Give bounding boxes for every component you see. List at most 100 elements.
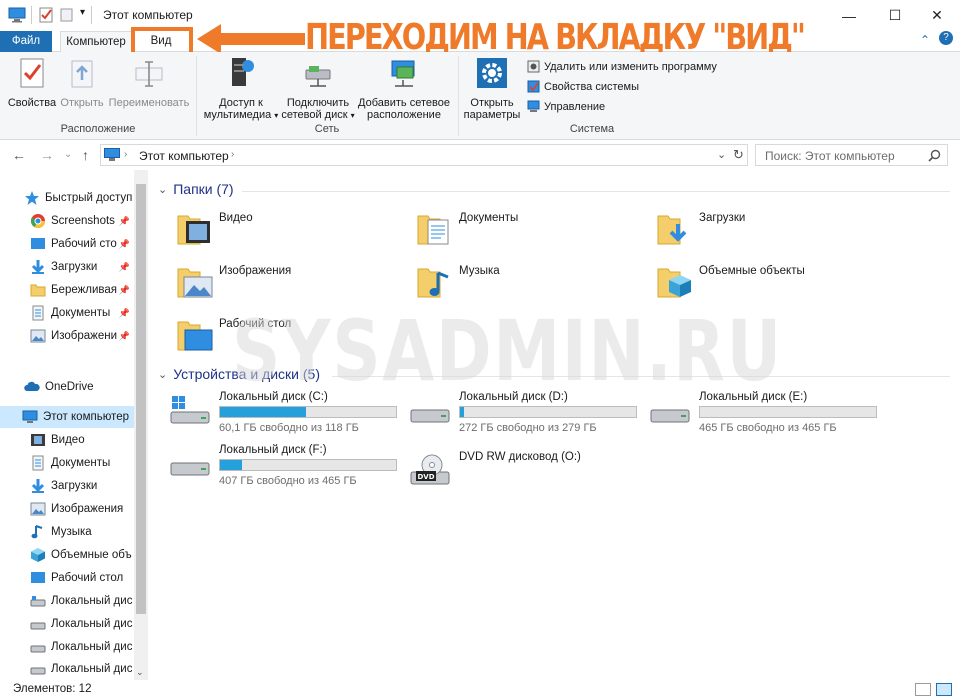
collapse-ribbon-icon[interactable]: ⌃ bbox=[920, 33, 930, 47]
forward-arrow-icon[interactable]: → bbox=[40, 147, 54, 163]
sidebar-item-downloads[interactable]: Загрузки bbox=[30, 475, 134, 497]
pin-icon[interactable]: 📌 bbox=[119, 262, 130, 273]
group-divider bbox=[242, 191, 950, 192]
folders-group-header[interactable]: ⌄ Папки (7) bbox=[158, 181, 234, 197]
folder-images[interactable]: Изображения bbox=[150, 259, 380, 307]
manage-button[interactable]: Управление bbox=[527, 100, 605, 113]
folder-3d-objects[interactable]: Объемные объекты bbox=[630, 259, 860, 307]
sidebar-item-desktop[interactable]: Рабочий стол bbox=[30, 567, 134, 589]
open-settings-label-2: параметры bbox=[463, 109, 521, 121]
content-pane: ⌄ Папки (7) Видео Документы Загрузки Изо… bbox=[150, 170, 960, 680]
sidebar-item-quick-access[interactable]: Быстрый доступ bbox=[24, 187, 148, 209]
location-group-label: Расположение bbox=[60, 123, 136, 135]
drive-icon bbox=[170, 462, 210, 476]
sidebar-item-3d-objects[interactable]: Объемные объ bbox=[30, 544, 134, 566]
desktop-folder-icon bbox=[177, 321, 213, 351]
sidebar-item-desktop-pinned[interactable]: Рабочий сто 📌 bbox=[30, 233, 134, 255]
help-icon[interactable]: ? bbox=[939, 31, 953, 45]
add-network-location-button[interactable]: Добавить сетевое расположение bbox=[356, 56, 452, 121]
document-icon bbox=[32, 305, 44, 321]
breadcrumb-chevron-icon[interactable]: › bbox=[231, 149, 234, 160]
folder-documents[interactable]: Документы bbox=[390, 206, 620, 254]
rename-icon bbox=[135, 61, 163, 87]
folder-video[interactable]: Видео bbox=[150, 206, 380, 254]
drive-dvd-o[interactable]: DVD DVD RW дисковод (O:) bbox=[390, 446, 630, 498]
open-settings-button[interactable]: Открыть параметры bbox=[462, 56, 522, 121]
pin-icon[interactable]: 📌 bbox=[119, 308, 130, 319]
close-button[interactable]: ✕ bbox=[914, 0, 960, 31]
sidebar-item-downloads-pinned[interactable]: Загрузки 📌 bbox=[30, 256, 134, 278]
sidebar-item-local-disk-c[interactable]: Локальный дис bbox=[30, 590, 134, 612]
pin-icon[interactable]: 📌 bbox=[119, 239, 130, 250]
system-properties-button[interactable]: Свойства системы bbox=[527, 80, 639, 93]
svg-text:DVD: DVD bbox=[417, 473, 434, 481]
pin-icon[interactable]: 📌 bbox=[119, 285, 130, 296]
breadcrumb-separator-icon[interactable]: › bbox=[124, 149, 127, 160]
sidebar-item-video[interactable]: Видео bbox=[30, 429, 134, 451]
address-bar[interactable]: › Этот компьютер › ⌄ ↻ bbox=[100, 144, 748, 166]
search-input[interactable]: Поиск: Этот компьютер bbox=[755, 144, 948, 166]
sidebar-item-local-disk-e[interactable]: Локальный дис bbox=[30, 636, 134, 658]
open-button[interactable]: Открыть bbox=[58, 56, 106, 109]
details-view-icon[interactable] bbox=[915, 683, 931, 696]
navigation-bar: ← → ⌄ ↑ › Этот компьютер › ⌄ ↻ Поиск: Эт… bbox=[0, 140, 960, 170]
tab-file[interactable]: Файл bbox=[0, 31, 52, 52]
back-arrow-icon[interactable]: ← bbox=[12, 147, 26, 163]
sidebar-item-music[interactable]: Музыка bbox=[30, 521, 134, 543]
drive-local-d[interactable]: Локальный диск (D:) 272 ГБ свободно из 2… bbox=[390, 386, 637, 438]
scrollbar-thumb[interactable] bbox=[136, 184, 146, 614]
sidebar-item-documents[interactable]: Документы bbox=[30, 452, 134, 474]
large-icons-view-icon[interactable] bbox=[936, 683, 952, 696]
sidebar-item-folder-pinned[interactable]: Бережливая 📌 bbox=[30, 279, 134, 301]
drive-local-e[interactable]: Локальный диск (E:) 465 ГБ свободно из 4… bbox=[630, 386, 877, 438]
scroll-down-arrow-icon[interactable]: ⌄ bbox=[136, 667, 144, 678]
up-arrow-icon[interactable]: ↑ bbox=[82, 147, 89, 163]
collapse-chevron-icon[interactable]: ⌄ bbox=[158, 183, 167, 196]
computer-icon bbox=[22, 410, 38, 423]
folder-desktop[interactable]: Рабочий стол bbox=[150, 312, 380, 360]
sidebar-item-images-pinned[interactable]: Изображени 📌 bbox=[30, 325, 134, 347]
system-group-label: Система bbox=[569, 123, 615, 135]
divider bbox=[91, 6, 92, 24]
address-dropdown-icon[interactable]: ⌄ bbox=[717, 148, 726, 161]
drive-local-f[interactable]: Локальный диск (F:) 407 ГБ свободно из 4… bbox=[150, 439, 397, 491]
folder-downloads[interactable]: Загрузки bbox=[630, 206, 860, 254]
map-drive-button[interactable]: Подключить сетевой диск ▾ bbox=[280, 56, 356, 122]
new-folder-icon[interactable] bbox=[60, 7, 73, 23]
collapse-chevron-icon[interactable]: ⌄ bbox=[158, 368, 167, 381]
address-path[interactable]: Этот компьютер bbox=[139, 149, 229, 163]
download-icon bbox=[31, 479, 45, 493]
navigation-pane: Быстрый доступ Screenshots 📌 Рабочий сто 📌… bbox=[0, 170, 148, 680]
sidebar-item-onedrive[interactable]: OneDrive bbox=[24, 376, 148, 398]
sidebar-item-documents-pinned[interactable]: Документы 📌 bbox=[30, 302, 134, 324]
uninstall-program-button[interactable]: Удалить или изменить программу bbox=[527, 60, 717, 73]
customize-toolbar-icon[interactable]: ▾ bbox=[80, 7, 85, 23]
maximize-button[interactable]: ☐ bbox=[872, 0, 918, 31]
properties-button[interactable]: Свойства bbox=[6, 56, 58, 109]
pin-icon[interactable]: 📌 bbox=[119, 331, 130, 342]
sidebar-scrollbar[interactable]: ⌄ bbox=[134, 170, 148, 680]
divider bbox=[31, 6, 32, 24]
sidebar-item-this-pc[interactable]: Этот компьютер bbox=[0, 406, 134, 428]
network-location-icon bbox=[391, 60, 415, 87]
properties-label: Свойства bbox=[7, 97, 57, 109]
rename-button[interactable]: Переименовать bbox=[106, 56, 192, 109]
sidebar-item-images[interactable]: Изображения bbox=[30, 498, 134, 520]
refresh-icon[interactable]: ↻ bbox=[733, 147, 744, 163]
map-drive-label-1: Подключить bbox=[286, 97, 350, 109]
pin-icon[interactable]: 📌 bbox=[119, 216, 130, 227]
minimize-button[interactable]: — bbox=[826, 0, 872, 31]
downloads-folder-icon bbox=[657, 215, 687, 245]
drive-icon bbox=[30, 645, 46, 653]
drive-local-c[interactable]: Локальный диск (C:) 60,1 ГБ свободно из … bbox=[150, 386, 397, 438]
cloud-icon bbox=[24, 381, 40, 391]
folder-music[interactable]: Музыка bbox=[390, 259, 620, 307]
properties-icon[interactable] bbox=[39, 7, 54, 23]
tab-computer[interactable]: Компьютер bbox=[60, 31, 132, 53]
sidebar-item-local-disk-f[interactable]: Локальный дис bbox=[30, 658, 134, 680]
sidebar-item-screenshots[interactable]: Screenshots 📌 bbox=[30, 210, 134, 232]
media-access-button[interactable]: Доступ к мультимедиа ▾ bbox=[202, 56, 280, 122]
recent-locations-chevron-icon[interactable]: ⌄ bbox=[64, 149, 72, 160]
devices-group-header[interactable]: ⌄ Устройства и диски (5) bbox=[158, 366, 320, 382]
sidebar-item-local-disk-d[interactable]: Локальный дис bbox=[30, 613, 134, 635]
